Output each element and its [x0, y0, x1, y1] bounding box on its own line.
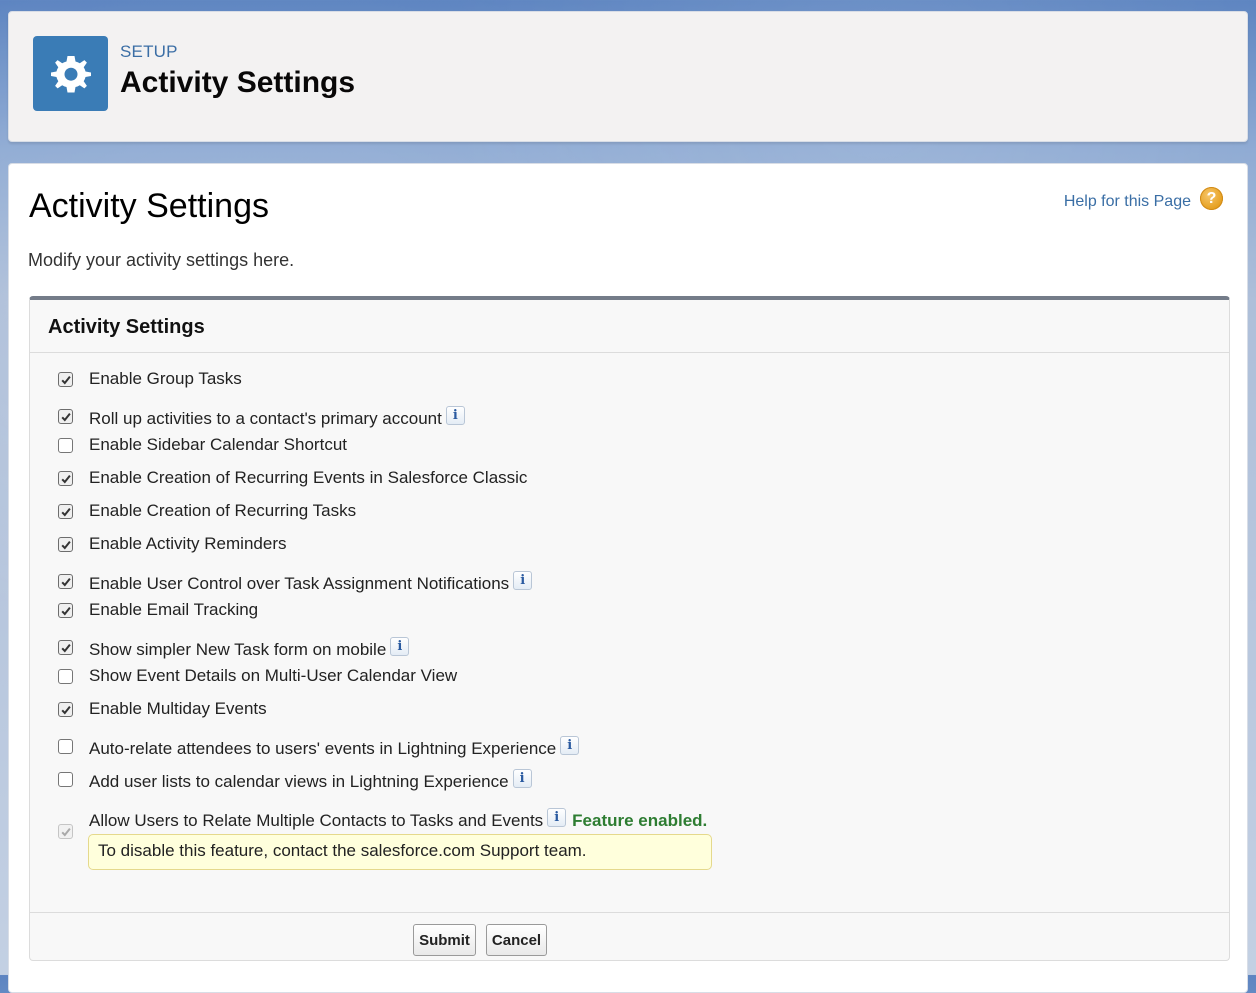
- header-title: Activity Settings: [120, 66, 356, 99]
- check-icon: [60, 375, 71, 385]
- gear-icon: [33, 36, 108, 111]
- checkbox[interactable]: [58, 409, 73, 424]
- check-icon: [60, 540, 71, 550]
- main-content: Activity Settings Help for this Page ? M…: [8, 163, 1248, 993]
- option-label: Enable Sidebar Calendar Shortcut: [89, 435, 347, 455]
- check-icon: [60, 643, 71, 653]
- option-label-text: Enable User Control over Task Assignment…: [89, 574, 510, 593]
- check-icon: [60, 474, 71, 484]
- check-icon: [60, 705, 71, 715]
- checkbox[interactable]: [58, 702, 73, 717]
- info-icon[interactable]: i: [547, 808, 567, 827]
- feature-note: To disable this feature, contact the sal…: [88, 834, 712, 870]
- submit-button[interactable]: Submit: [413, 924, 476, 956]
- checkbox[interactable]: [58, 669, 73, 684]
- breadcrumb: SETUP: [120, 42, 178, 61]
- checkbox[interactable]: [58, 504, 73, 519]
- feature-enabled-status: Feature enabled.: [572, 811, 708, 830]
- check-icon: [60, 606, 71, 616]
- option-label-text: Auto-relate attendees to users' events i…: [89, 739, 557, 758]
- info-icon[interactable]: i: [390, 637, 410, 656]
- option-label-text: Show Event Details on Multi-User Calenda…: [89, 666, 458, 685]
- checkbox[interactable]: [58, 739, 73, 754]
- option-label: Enable Creation of Recurring Tasks: [89, 501, 356, 521]
- option-label: Enable Multiday Events: [89, 699, 267, 719]
- page-title: Activity Settings: [29, 187, 269, 225]
- option-label: Roll up activities to a contact's primar…: [89, 406, 465, 429]
- info-icon[interactable]: i: [560, 736, 580, 755]
- checkbox[interactable]: [58, 640, 73, 655]
- option-label-text: Enable Activity Reminders: [89, 534, 287, 553]
- option-label: Enable Group Tasks: [89, 369, 242, 389]
- option-label-text: Add user lists to calendar views in Ligh…: [89, 772, 509, 791]
- info-icon[interactable]: i: [512, 769, 532, 788]
- setup-header: SETUP Activity Settings: [8, 11, 1248, 142]
- checkbox[interactable]: [58, 574, 73, 589]
- checkbox[interactable]: [58, 537, 73, 552]
- option-label-text: Enable Sidebar Calendar Shortcut: [89, 435, 347, 454]
- option-label: Enable User Control over Task Assignment…: [89, 571, 533, 594]
- option-label-text: Enable Multiday Events: [89, 699, 267, 718]
- option-label: Show Event Details on Multi-User Calenda…: [89, 666, 457, 686]
- option-label-text: Allow Users to Relate Multiple Contacts …: [89, 811, 544, 830]
- option-label: Allow Users to Relate Multiple Contacts …: [89, 808, 707, 831]
- option-label: Enable Email Tracking: [89, 600, 258, 620]
- option-label-text: Roll up activities to a contact's primar…: [89, 409, 442, 428]
- checkbox[interactable]: [58, 471, 73, 486]
- section-title: Activity Settings: [48, 316, 205, 338]
- option-label-text: Enable Email Tracking: [89, 600, 259, 619]
- question-icon[interactable]: ?: [1200, 187, 1223, 210]
- option-label-text: Show simpler New Task form on mobile: [89, 640, 387, 659]
- checkbox[interactable]: [58, 603, 73, 618]
- help-link[interactable]: Help for this Page: [1064, 193, 1191, 211]
- option-label: Show simpler New Task form on mobile i: [89, 637, 410, 660]
- activity-settings-section: Activity Settings Enable Group Tasks Roll…: [29, 296, 1230, 961]
- option-label: Auto-relate attendees to users' events i…: [89, 736, 580, 759]
- option-label: Add user lists to calendar views in Ligh…: [89, 769, 532, 792]
- checkbox[interactable]: [58, 372, 73, 387]
- divider: [30, 912, 1229, 913]
- check-icon: [60, 577, 71, 587]
- info-icon[interactable]: i: [513, 571, 533, 590]
- checkbox: [58, 824, 73, 839]
- page-description: Modify your activity settings here.: [28, 250, 295, 270]
- check-icon: [60, 412, 71, 422]
- option-label: Enable Activity Reminders: [89, 534, 286, 554]
- check-icon: [60, 507, 71, 517]
- option-label-text: Enable Creation of Recurring Events in S…: [89, 468, 528, 487]
- divider: [30, 352, 1229, 353]
- option-label-text: Enable Group Tasks: [89, 369, 242, 388]
- check-icon: [60, 827, 71, 837]
- checkbox[interactable]: [58, 438, 73, 453]
- checkbox[interactable]: [58, 772, 73, 787]
- option-label: Enable Creation of Recurring Events in S…: [89, 468, 527, 488]
- info-icon[interactable]: i: [445, 406, 465, 425]
- cancel-button[interactable]: Cancel: [486, 924, 547, 956]
- option-label-text: Enable Creation of Recurring Tasks: [89, 501, 357, 520]
